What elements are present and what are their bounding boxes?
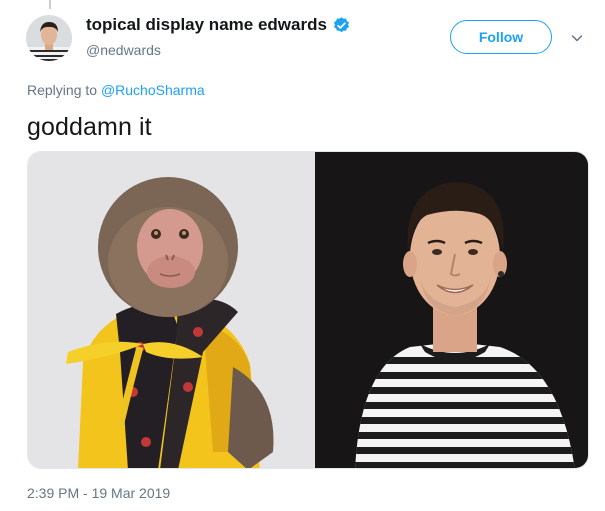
display-name[interactable]: topical display name edwards xyxy=(86,15,327,35)
avatar-image xyxy=(26,15,72,61)
avatar[interactable] xyxy=(26,15,72,61)
replying-to-line: Replying to @RuchoSharma xyxy=(27,82,205,98)
verified-badge-icon xyxy=(332,16,351,35)
tweet-timestamp[interactable]: 2:39 PM - 19 Mar 2019 xyxy=(27,485,170,501)
media-image-man[interactable] xyxy=(315,152,588,468)
replying-prefix: Replying to xyxy=(27,82,98,98)
tweet-media[interactable] xyxy=(27,151,589,469)
follow-button[interactable]: Follow xyxy=(450,20,552,54)
replying-to-link[interactable]: @RuchoSharma xyxy=(101,82,205,98)
tweet-text: goddamn it xyxy=(27,113,152,141)
media-image-monkey[interactable] xyxy=(28,152,315,468)
user-handle[interactable]: @nedwards xyxy=(86,42,161,58)
chevron-down-icon[interactable] xyxy=(570,31,584,45)
thread-connector-line xyxy=(49,0,51,9)
